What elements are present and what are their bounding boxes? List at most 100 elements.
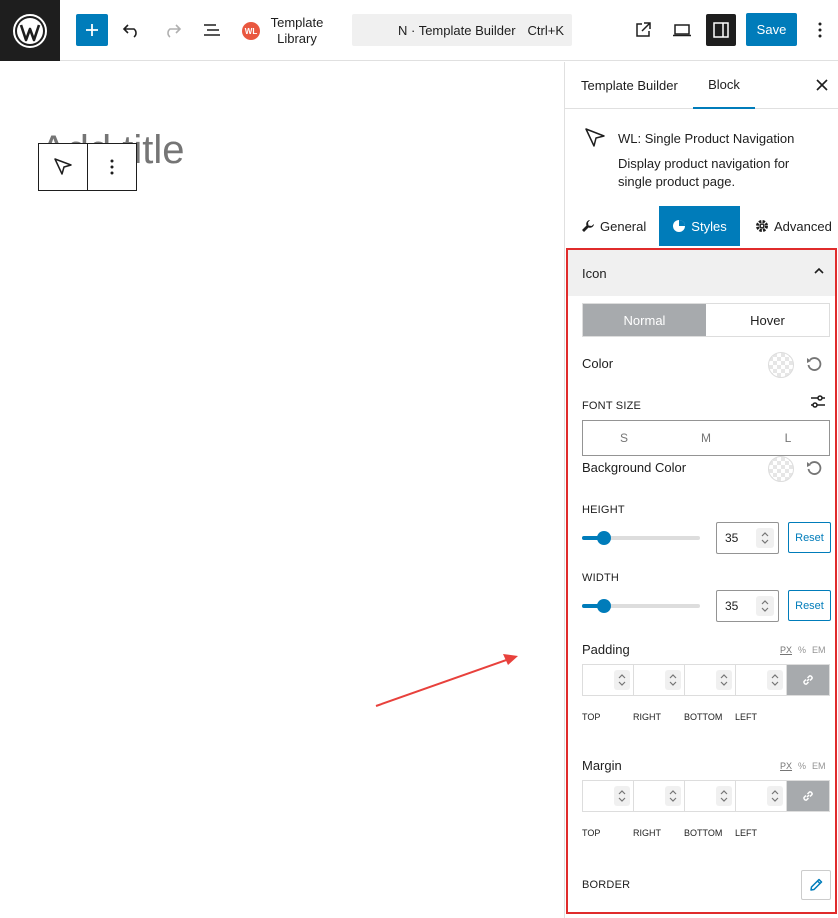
command-palette-button[interactable]: N · Template Builder Ctrl+K — [352, 14, 572, 46]
padding-bottom-input[interactable] — [685, 665, 736, 695]
desktop-icon — [673, 24, 691, 37]
margin-unit-px[interactable]: PX — [780, 761, 792, 771]
command-palette-shortcut: Ctrl+K — [527, 22, 565, 38]
state-toggle: Normal Hover — [582, 303, 830, 337]
redo-button[interactable] — [158, 14, 186, 46]
padding-bottom-label: BOTTOM — [684, 712, 723, 722]
tab-advanced[interactable]: Advanced — [755, 206, 832, 246]
background-color-swatch[interactable] — [768, 456, 794, 482]
margin-right-label: RIGHT — [633, 828, 661, 838]
background-color-label: Background Color — [582, 460, 687, 475]
font-size-small[interactable]: S — [583, 421, 665, 455]
width-reset-button[interactable]: Reset — [788, 590, 831, 621]
color-reset-button[interactable] — [805, 355, 823, 373]
font-size-large[interactable]: L — [747, 421, 829, 455]
margin-top-stepper[interactable] — [614, 786, 630, 806]
margin-label: Margin — [582, 758, 622, 773]
save-button[interactable]: Save — [746, 13, 797, 46]
margin-bottom-label: BOTTOM — [684, 828, 723, 838]
padding-link-button[interactable] — [787, 665, 829, 695]
wordpress-logo-icon — [13, 13, 47, 48]
margin-bottom-input[interactable] — [685, 781, 736, 811]
color-swatch[interactable] — [768, 352, 794, 378]
icon-panel-header[interactable]: Icon — [568, 250, 835, 296]
editor-top-bar: WL Template Library N · Template Builder… — [0, 0, 838, 61]
list-view-icon — [204, 24, 220, 36]
device-preview-button[interactable] — [668, 14, 696, 46]
padding-unit-em[interactable]: EM — [812, 645, 826, 655]
width-label: WIDTH — [582, 572, 620, 584]
chevron-up-icon — [814, 267, 824, 274]
width-slider-thumb[interactable] — [597, 599, 612, 613]
padding-unit-percent[interactable]: % — [798, 645, 806, 655]
external-link-icon — [636, 22, 651, 37]
wordpress-logo[interactable] — [0, 0, 60, 61]
margin-top-label: TOP — [582, 828, 601, 838]
icon-style-panel: Icon Normal Hover Color FONT SIZE S M L … — [566, 248, 837, 914]
tab-styles-label: Styles — [691, 218, 727, 234]
font-size-picker: S M L — [582, 420, 830, 456]
height-stepper[interactable] — [756, 528, 774, 548]
margin-left-input[interactable] — [736, 781, 787, 811]
padding-right-label: RIGHT — [633, 712, 661, 722]
margin-right-input[interactable] — [634, 781, 685, 811]
tab-general-label: General — [600, 218, 647, 234]
template-library-button[interactable]: WL Template Library — [242, 12, 332, 50]
padding-left-input[interactable] — [736, 665, 787, 695]
command-palette-title: N · Template Builder — [398, 22, 516, 38]
padding-left-stepper[interactable] — [767, 670, 783, 690]
font-size-medium[interactable]: M — [665, 421, 747, 455]
padding-unit-px[interactable]: PX — [780, 645, 792, 655]
height-reset-button[interactable]: Reset — [788, 522, 831, 553]
padding-right-input[interactable] — [634, 665, 685, 695]
link-icon — [803, 791, 813, 801]
reset-icon — [807, 357, 822, 371]
close-sidebar-button[interactable] — [813, 76, 831, 94]
margin-unit-percent[interactable]: % — [798, 761, 806, 771]
padding-top-stepper[interactable] — [614, 670, 630, 690]
block-title: WL: Single Product Navigation — [618, 131, 795, 146]
tab-styles[interactable]: Styles — [659, 206, 740, 246]
border-edit-button[interactable] — [801, 870, 831, 900]
height-slider[interactable] — [582, 531, 700, 545]
icon-panel-title: Icon — [582, 265, 607, 281]
padding-inputs — [582, 664, 830, 696]
font-size-custom-button[interactable] — [810, 394, 826, 413]
undo-button[interactable] — [118, 14, 146, 46]
template-library-logo: WL — [242, 22, 260, 40]
height-input[interactable]: 35 — [716, 522, 779, 554]
editor-canvas[interactable]: Add title — [0, 62, 564, 918]
close-icon — [816, 79, 828, 91]
width-input[interactable]: 35 — [716, 590, 779, 622]
state-normal-button[interactable]: Normal — [583, 304, 706, 336]
padding-right-stepper[interactable] — [665, 670, 681, 690]
settings-sidebar-toggle[interactable] — [706, 14, 736, 46]
state-hover-button[interactable]: Hover — [706, 304, 829, 336]
view-post-button[interactable] — [630, 14, 656, 46]
margin-top-input[interactable] — [583, 781, 634, 811]
padding-left-label: LEFT — [735, 712, 758, 722]
tab-template-builder[interactable]: Template Builder — [581, 62, 678, 109]
width-stepper[interactable] — [756, 596, 774, 616]
margin-link-button[interactable] — [787, 781, 829, 811]
height-value: 35 — [725, 531, 739, 545]
plus-icon — [86, 24, 98, 36]
add-block-button[interactable] — [76, 14, 108, 46]
wrench-icon — [581, 219, 595, 233]
margin-left-stepper[interactable] — [767, 786, 783, 806]
tab-block[interactable]: Block — [693, 62, 755, 109]
margin-unit-em[interactable]: EM — [812, 761, 826, 771]
pointer-icon — [585, 128, 605, 147]
margin-right-stepper[interactable] — [665, 786, 681, 806]
height-label: HEIGHT — [582, 504, 625, 516]
background-color-reset-button[interactable] — [805, 459, 823, 477]
document-overview-button[interactable] — [198, 14, 226, 46]
margin-bottom-stepper[interactable] — [716, 786, 732, 806]
template-library-label: Template Library — [270, 15, 324, 46]
padding-top-input[interactable] — [583, 665, 634, 695]
tab-general[interactable]: General — [581, 206, 646, 246]
height-slider-thumb[interactable] — [597, 531, 612, 545]
width-slider[interactable] — [582, 599, 700, 613]
padding-bottom-stepper[interactable] — [716, 670, 732, 690]
options-menu-button[interactable] — [810, 14, 830, 46]
